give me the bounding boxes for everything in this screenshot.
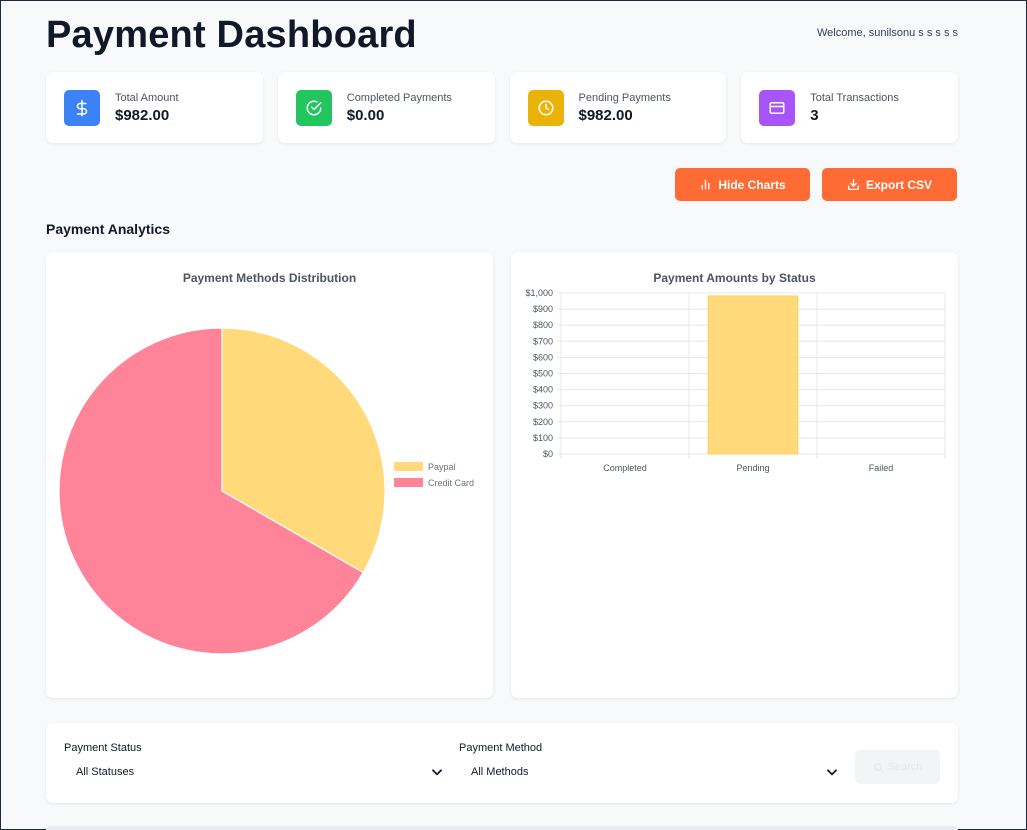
payment-status-label: Payment Status xyxy=(64,742,142,754)
bar-chart: $0 $100 $200 $300 $400 $500 $600 $700 $800 $900 $1… xyxy=(525,288,946,473)
stat-label: Total Transactions xyxy=(810,91,899,104)
legend-label: Paypal xyxy=(428,462,456,472)
download-icon xyxy=(847,178,860,191)
x-tick-label: Failed xyxy=(869,463,894,473)
page-header: Payment Dashboard Welcome, sunilsonu s s… xyxy=(46,13,958,61)
payment-method-label: Payment Method xyxy=(459,742,543,754)
chevron-down-icon xyxy=(827,769,837,776)
y-tick-label: $700 xyxy=(533,336,553,346)
stat-label: Total Amount xyxy=(115,91,179,104)
welcome-text: Welcome, sunilsonu s s s s s xyxy=(816,27,958,39)
stat-label: Completed Payments xyxy=(346,91,452,104)
y-tick-label: $0 xyxy=(543,449,553,459)
payment-methods-chart-card: Payment Methods Distribution Paypal Credi… xyxy=(46,252,493,698)
export-csv-label: Export CSV xyxy=(865,177,932,192)
hide-charts-label: Hide Charts xyxy=(718,177,786,192)
stat-value: $982.00 xyxy=(578,106,633,124)
y-tick-label: $1,000 xyxy=(525,288,553,298)
y-tick-label: $200 xyxy=(533,417,553,427)
credit-card-icon xyxy=(759,89,796,126)
legend-swatch xyxy=(394,462,423,471)
payment-method-select[interactable]: All Methods xyxy=(459,759,839,785)
search-label: Search xyxy=(887,761,923,773)
stat-card-total-transactions: Total Transactions 3 xyxy=(741,72,958,143)
payment-method-value: All Methods xyxy=(471,766,529,778)
y-tick-label: $400 xyxy=(533,385,553,395)
bar-pending xyxy=(707,295,799,455)
stat-card-completed-payments: Completed Payments $0.00 xyxy=(277,72,495,143)
stat-card-pending-payments: Pending Payments $982.00 xyxy=(509,72,727,143)
pie-chart: Paypal Credit Card xyxy=(58,327,474,655)
payment-amounts-chart-card: Payment Amounts by Status $0 $100 $200 $300… xyxy=(511,252,958,698)
table-card-top-edge xyxy=(46,826,958,830)
filters-panel: Payment Status All Statuses Payment Meth… xyxy=(46,723,958,803)
stat-card-total-amount: Total Amount $982.00 xyxy=(46,72,263,143)
clock-icon xyxy=(527,89,564,126)
action-bar: Hide Charts Export CSV xyxy=(675,168,957,201)
chevron-down-icon xyxy=(432,769,442,776)
x-tick-label: Pending xyxy=(736,463,769,473)
stat-value: $982.00 xyxy=(115,106,170,124)
y-tick-label: $500 xyxy=(533,369,553,379)
y-tick-label: $900 xyxy=(533,304,553,314)
bar-chart-icon xyxy=(701,179,710,190)
y-tick-label: $600 xyxy=(533,352,553,362)
payment-status-select[interactable]: All Statuses xyxy=(64,759,444,785)
analytics-section-title: Payment Analytics xyxy=(46,221,170,237)
search-icon xyxy=(873,762,883,772)
y-tick-label: $100 xyxy=(533,433,553,443)
legend-label: Credit Card xyxy=(428,478,474,488)
check-circle-icon xyxy=(295,89,332,126)
x-tick-label: Completed xyxy=(603,463,647,473)
stat-value: $0.00 xyxy=(346,106,385,124)
legend-swatch xyxy=(394,478,423,487)
y-tick-label: $300 xyxy=(533,401,553,411)
stats-row: Total Amount $982.00 Completed Payments … xyxy=(46,72,958,143)
export-csv-button[interactable]: Export CSV xyxy=(822,168,957,201)
stat-label: Pending Payments xyxy=(578,91,671,104)
y-tick-label: $800 xyxy=(533,320,553,330)
search-button[interactable]: Search xyxy=(855,750,940,784)
payment-status-value: All Statuses xyxy=(76,766,135,778)
dollar-icon xyxy=(64,89,100,126)
stat-value: 3 xyxy=(810,106,819,124)
hide-charts-button[interactable]: Hide Charts xyxy=(675,168,810,201)
